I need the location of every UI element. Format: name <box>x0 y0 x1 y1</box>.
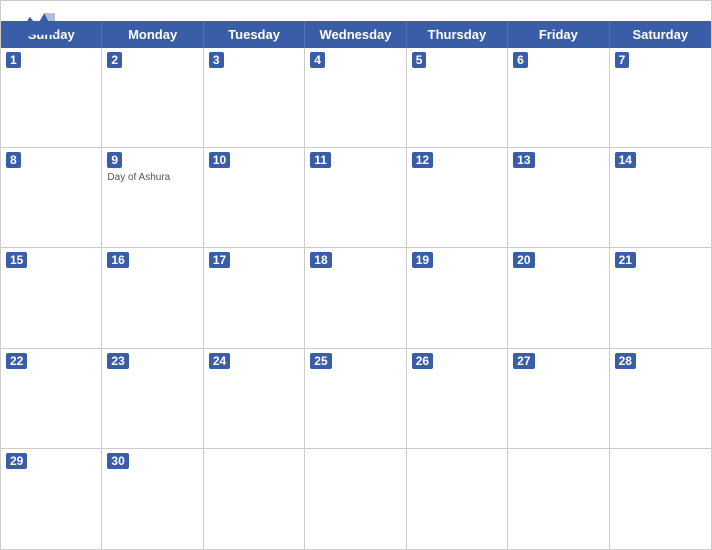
cell-date: 28 <box>615 353 636 369</box>
calendar-cell: 14 <box>610 148 711 248</box>
calendar-cell: 29 <box>1 449 102 549</box>
calendar-cell: 10 <box>204 148 305 248</box>
calendar-header <box>1 1 711 21</box>
calendar-cell: 27 <box>508 349 609 449</box>
cell-date: 17 <box>209 252 230 268</box>
cell-date: 26 <box>412 353 433 369</box>
cell-date: 29 <box>6 453 27 469</box>
cell-date: 8 <box>6 152 21 168</box>
cell-date: 23 <box>107 353 128 369</box>
logo-area <box>19 9 55 38</box>
cell-date: 16 <box>107 252 128 268</box>
cell-date: 15 <box>6 252 27 268</box>
calendar-cell: 18 <box>305 248 406 348</box>
calendar-cell: 9 Day of Ashura <box>102 148 203 248</box>
cell-date: 27 <box>513 353 534 369</box>
day-header-saturday: Saturday <box>610 21 711 48</box>
calendar-cell: 1 <box>1 48 102 148</box>
calendar-cell: 24 <box>204 349 305 449</box>
calendar-cell: 19 <box>407 248 508 348</box>
cell-date: 3 <box>209 52 224 68</box>
day-header-friday: Friday <box>508 21 609 48</box>
cell-date: 24 <box>209 353 230 369</box>
calendar-cell: 20 <box>508 248 609 348</box>
cell-date: 2 <box>107 52 122 68</box>
calendar-cell: 28 <box>610 349 711 449</box>
calendar-cell: 11 <box>305 148 406 248</box>
calendar-cell: 3 <box>204 48 305 148</box>
calendar-cell: 25 <box>305 349 406 449</box>
cell-date: 4 <box>310 52 325 68</box>
calendar-cell: 12 <box>407 148 508 248</box>
calendar-cell: 7 <box>610 48 711 148</box>
calendar-cell: 4 <box>305 48 406 148</box>
day-header-tuesday: Tuesday <box>204 21 305 48</box>
cell-date: 1 <box>6 52 21 68</box>
calendar-cell <box>508 449 609 549</box>
calendar-cell: 21 <box>610 248 711 348</box>
cell-date: 9 <box>107 152 122 168</box>
cell-date: 20 <box>513 252 534 268</box>
calendar-cell: 5 <box>407 48 508 148</box>
calendar-cell: 26 <box>407 349 508 449</box>
calendar-cell: 23 <box>102 349 203 449</box>
calendar-grid: 123456789Day of Ashura101112131415161718… <box>1 48 711 549</box>
day-header-wednesday: Wednesday <box>305 21 406 48</box>
cell-date: 11 <box>310 152 331 168</box>
calendar-cell: 8 <box>1 148 102 248</box>
calendar-container: SundayMondayTuesdayWednesdayThursdayFrid… <box>0 0 712 550</box>
calendar-cell: 6 <box>508 48 609 148</box>
calendar-cell <box>610 449 711 549</box>
cell-date: 5 <box>412 52 427 68</box>
cell-date: 13 <box>513 152 534 168</box>
cell-date: 10 <box>209 152 230 168</box>
calendar-cell: 2 <box>102 48 203 148</box>
calendar-cell: 13 <box>508 148 609 248</box>
calendar-cell: 17 <box>204 248 305 348</box>
cell-date: 22 <box>6 353 27 369</box>
day-headers: SundayMondayTuesdayWednesdayThursdayFrid… <box>1 21 711 48</box>
calendar-cell <box>407 449 508 549</box>
calendar-cell: 22 <box>1 349 102 449</box>
calendar-cell: 16 <box>102 248 203 348</box>
cell-date: 14 <box>615 152 636 168</box>
day-header-thursday: Thursday <box>407 21 508 48</box>
cell-date: 18 <box>310 252 331 268</box>
calendar-cell <box>204 449 305 549</box>
cell-date: 6 <box>513 52 528 68</box>
cell-date: 21 <box>615 252 636 268</box>
cell-date: 30 <box>107 453 128 469</box>
cell-date: 7 <box>615 52 630 68</box>
logo-icon <box>19 9 55 37</box>
cell-date: 25 <box>310 353 331 369</box>
calendar-cell: 30 <box>102 449 203 549</box>
calendar-cell <box>305 449 406 549</box>
cell-date: 12 <box>412 152 433 168</box>
cell-holiday: Day of Ashura <box>107 172 197 183</box>
day-header-monday: Monday <box>102 21 203 48</box>
cell-date: 19 <box>412 252 433 268</box>
calendar-cell: 15 <box>1 248 102 348</box>
